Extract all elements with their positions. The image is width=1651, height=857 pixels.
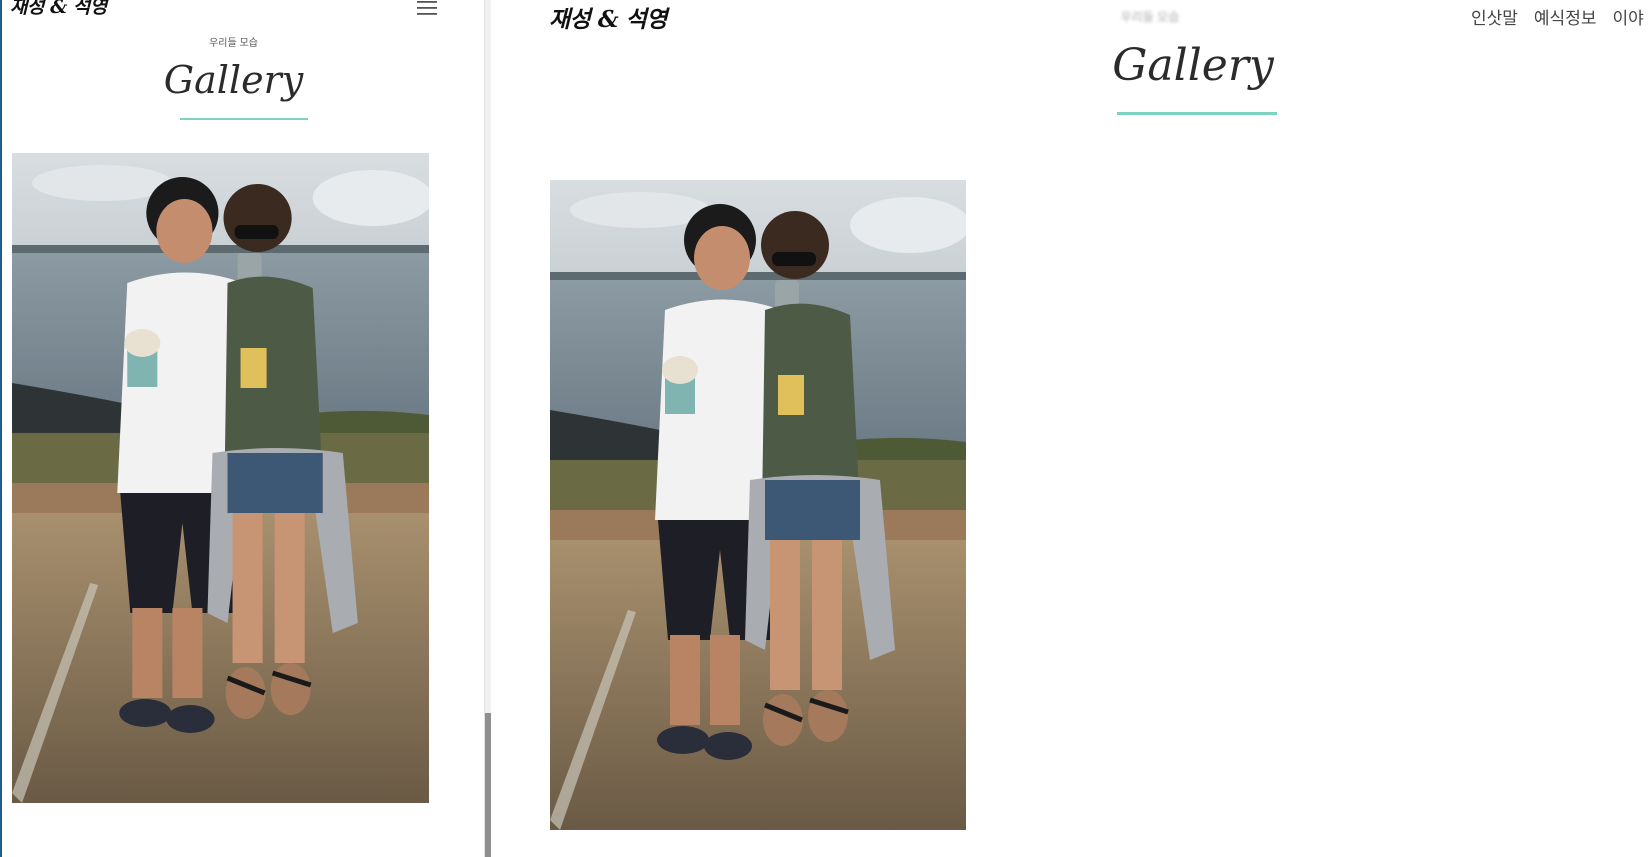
- section-eyebrow: 우리들 모습: [1120, 10, 1180, 24]
- mobile-preview: 재성 & 석영 우리들 모습 Gallery: [0, 0, 463, 857]
- title-underline: [180, 118, 308, 120]
- nav-item-wedding-info[interactable]: 예식정보: [1534, 4, 1597, 29]
- section-eyebrow: 우리들 모습: [209, 38, 258, 49]
- title-underline: [1117, 112, 1277, 115]
- section-title: Gallery: [163, 58, 304, 102]
- nav-item-story[interactable]: 이야: [1612, 4, 1643, 29]
- site-logo[interactable]: 재성 & 석영: [10, 0, 107, 19]
- top-nav: 인삿말 예식정보 이야: [1471, 4, 1644, 29]
- hamburger-menu-icon[interactable]: [415, 0, 439, 18]
- nav-item-greeting[interactable]: 인삿말: [1471, 4, 1518, 29]
- site-logo[interactable]: 재성 & 석영: [549, 0, 667, 34]
- desktop-preview: 재성 & 석영 우리들 모습 인삿말 예식정보 이야 Gallery: [493, 0, 1651, 857]
- section-title: Gallery: [1112, 40, 1274, 91]
- scrollbar-thumb[interactable]: [485, 713, 491, 857]
- gallery-photo[interactable]: [550, 180, 966, 830]
- gallery-photo[interactable]: [12, 153, 429, 803]
